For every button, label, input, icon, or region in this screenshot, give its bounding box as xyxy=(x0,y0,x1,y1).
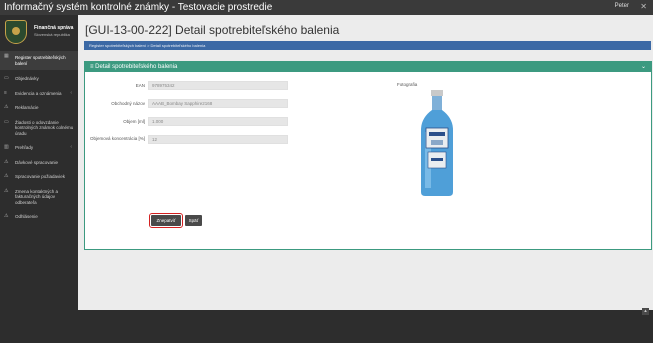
sidebar-item-logout[interactable]: ⚠ Odhlásenie xyxy=(0,211,78,223)
trade-name-field[interactable]: AAAB_Bombay Sapphire2168 xyxy=(148,99,288,108)
sidebar-item-request-processing[interactable]: ⚠ Spracovanie požiadaviek xyxy=(0,171,78,183)
ean-label: EAN xyxy=(135,83,145,88)
sidebar-item-label: Dávkové spracovanie xyxy=(15,159,59,165)
sidebar-item-handover-requests[interactable]: ▭ Žiadosti o odovzdanie kontrolných znám… xyxy=(0,117,78,140)
brand-country: Slovenská republika xyxy=(34,32,70,37)
sidebar-item-records[interactable]: ≡ Evidencia a oznámenia ‹ xyxy=(0,88,78,100)
contact-icon: ⚠ xyxy=(4,187,9,194)
cart-icon: ▭ xyxy=(4,75,9,81)
concentration-field[interactable]: 12 xyxy=(148,135,288,144)
sidebar-item-label: Zmena kontaktných a fakturačných údajov … xyxy=(15,188,59,205)
volume-label: Objem [ml] xyxy=(123,119,145,124)
batch-icon: ⚠ xyxy=(4,158,9,165)
sidebar-item-label: Objednávky xyxy=(15,76,39,81)
sidebar-item-batch-processing[interactable]: ⚠ Dávkové spracovanie xyxy=(0,157,78,169)
confirm-button[interactable]: Znepatviť xyxy=(149,213,183,228)
panel-title: Detail spotrebiteľského balenia xyxy=(95,64,178,70)
sidebar: Finančná správa Slovenská republika ▦ Re… xyxy=(0,15,78,310)
sidebar-item-label: Odhlásenie xyxy=(15,214,38,219)
sidebar-item-contact-change[interactable]: ⚠ Zmena kontaktných a fakturačných údajo… xyxy=(0,186,78,209)
grid-icon: ▦ xyxy=(4,53,9,59)
logout-icon: ⚠ xyxy=(4,213,9,219)
sidebar-item-label: Spracovanie požiadaviek xyxy=(15,174,66,179)
app-title: Informačný systém kontrolné známky - Tes… xyxy=(4,2,273,13)
sidebar-item-register[interactable]: ▦ Register spotrebiteľských balení xyxy=(0,51,78,70)
request-icon: ⚠ xyxy=(4,173,9,179)
photo-label: Fotografia xyxy=(397,82,418,87)
sidebar-item-label: Register spotrebiteľských balení xyxy=(15,55,66,66)
main-content: [GUI-13-00-222] Detail spotrebiteľského … xyxy=(78,15,653,310)
trade-name-label: Obchodný názov xyxy=(111,101,145,106)
product-photo xyxy=(421,90,453,196)
warning-icon: ⚠ xyxy=(4,104,9,110)
breadcrumb[interactable]: Register spotrebiteľských balení > Detai… xyxy=(84,41,651,50)
back-button[interactable]: Späť xyxy=(185,215,202,226)
footer-bar xyxy=(0,310,653,343)
volume-field[interactable]: 1.000 xyxy=(148,117,288,126)
sidebar-nav: ▦ Register spotrebiteľských balení ▭ Obj… xyxy=(0,51,78,223)
panel-header[interactable]: ≡ Detail spotrebiteľského balenia ⌄ xyxy=(85,62,651,72)
user-name[interactable]: Peter xyxy=(615,3,629,9)
sidebar-item-overviews[interactable]: ▥ Prehľady ‹ xyxy=(0,142,78,154)
sidebar-item-label: Prehľady xyxy=(15,145,34,150)
brand-name: Finančná správa xyxy=(34,25,74,31)
brand: Finančná správa Slovenská republika xyxy=(0,15,78,47)
ean-field[interactable]: 978975342 xyxy=(148,81,288,90)
sidebar-item-label: Reklamácie xyxy=(15,105,39,110)
sidebar-item-label: Evidencia a oznámenia xyxy=(15,90,62,96)
scroll-top-icon[interactable]: ▴ xyxy=(642,308,649,315)
sidebar-item-label: Žiadosti o odovzdanie kontrolných známok… xyxy=(15,119,74,136)
chevron-left-icon: ‹ xyxy=(70,89,72,96)
sidebar-item-complaints[interactable]: ⚠ Reklamácie xyxy=(0,102,78,114)
title-bar: Informačný systém kontrolné známky - Tes… xyxy=(0,0,653,15)
chevron-left-icon: ‹ xyxy=(70,144,72,150)
page-title: [GUI-13-00-222] Detail spotrebiteľského … xyxy=(85,23,340,37)
detail-panel: ≡ Detail spotrebiteľského balenia ⌄ EAN … xyxy=(84,61,652,250)
list-icon: ≡ xyxy=(4,89,7,96)
emblem-logo xyxy=(5,20,27,44)
box-icon: ▭ xyxy=(4,118,9,125)
concentration-label: Objemová koncentrácia [%] xyxy=(89,136,145,141)
close-icon[interactable]: ✕ xyxy=(640,2,647,11)
chevron-down-icon[interactable]: ⌄ xyxy=(641,62,646,72)
chart-icon: ▥ xyxy=(4,144,9,150)
sidebar-item-orders[interactable]: ▭ Objednávky xyxy=(0,73,78,85)
